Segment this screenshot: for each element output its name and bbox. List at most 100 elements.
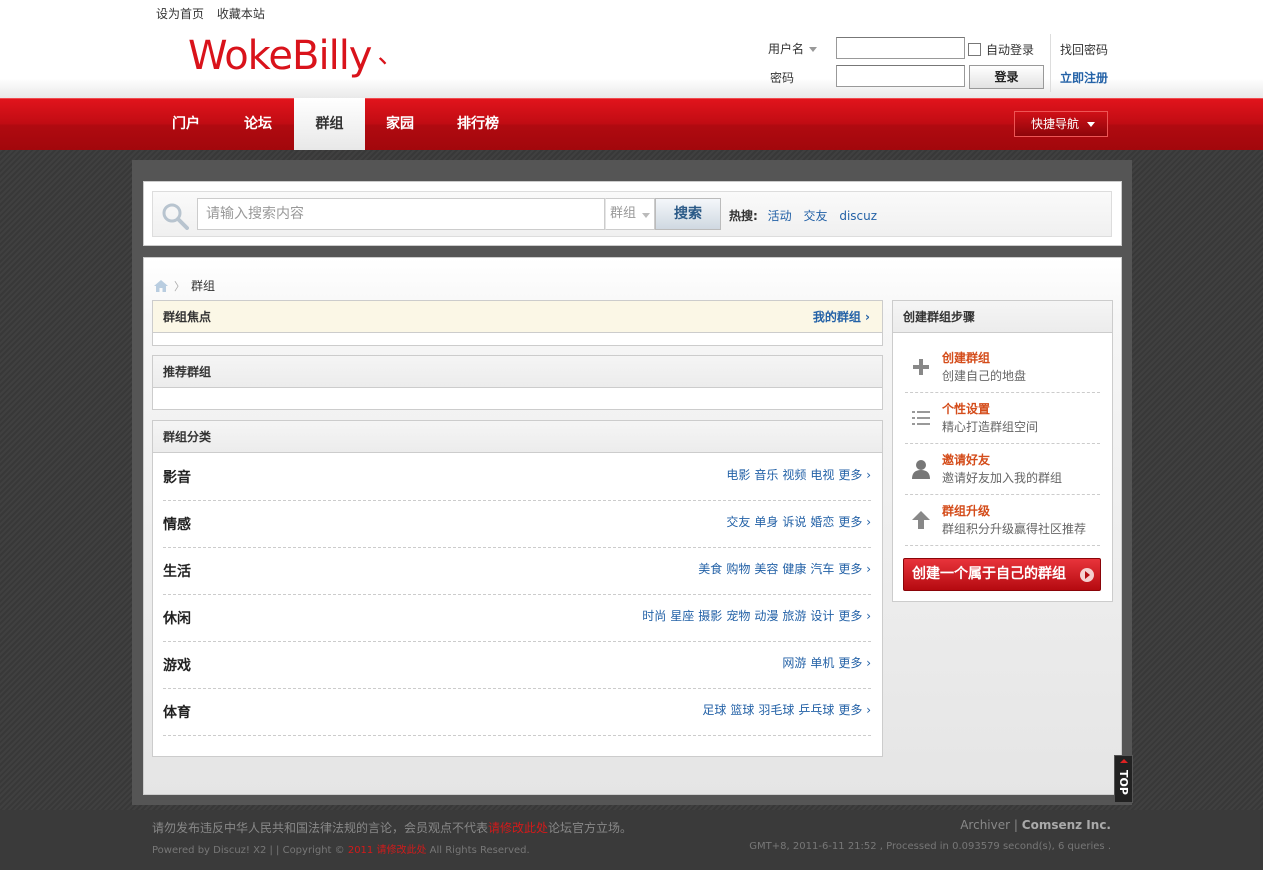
back-to-top-button[interactable]: TOP [1114,755,1133,803]
category-row: 生活 美食 购物 美容 健康 汽车 更多 › [163,548,871,595]
search-type-select[interactable]: 群组 [605,198,655,230]
bookmark-link[interactable]: 收藏本站 [217,7,265,21]
category-link[interactable]: 旅游 [782,609,806,623]
category-link[interactable]: 单身 [754,515,778,529]
content-area: 〉 群组 群组焦点 我的群组 › 推荐群组 群组分类 影音 电影 音乐 视频 电视 更多 … [143,257,1122,795]
step-desc: 邀请好友加入我的群组 [942,471,1063,485]
category-link[interactable]: 婚恋 [810,515,834,529]
set-homepage-link[interactable]: 设为首页 [156,7,204,21]
create-group-button[interactable]: 创建一个属于自己的群组 [903,558,1101,591]
category-link[interactable]: 单机 [810,656,834,670]
nav-item-portal[interactable]: 门户 [156,99,216,150]
category-links: 电影 音乐 视频 电视 更多 › [722,466,871,483]
nav-item-home[interactable]: 家园 [370,99,430,150]
search-input[interactable]: 请输入搜索内容 [197,198,605,230]
powered-by: Powered by Discuz! X2 | | Copyright © [152,845,345,856]
copyright-link[interactable]: 2011 请修改此处 [348,845,427,856]
category-link[interactable]: 宠物 [726,609,750,623]
archiver-link[interactable]: Archiver [960,818,1010,832]
user-icon [912,460,930,479]
category-link[interactable]: 足球 [702,703,726,717]
home-icon[interactable] [154,279,168,292]
hot-keyword[interactable]: discuz [839,209,877,223]
category-row: 休闲 时尚 星座 摄影 宠物 动漫 旅游 设计 更多 › [163,595,871,642]
my-groups-link[interactable]: 我的群组 › [813,301,870,333]
category-name[interactable]: 体育 [163,702,191,722]
password-label: 密码 [770,71,795,85]
category-link[interactable]: 购物 [726,562,750,576]
category-link[interactable]: 更多 › [838,515,871,529]
quick-nav-dropdown[interactable]: 快捷导航 [1014,111,1108,137]
search-button[interactable]: 搜索 [655,198,721,230]
category-link[interactable]: 视频 [782,468,806,482]
step-desc: 精心打造群组空间 [942,420,1039,434]
company-link[interactable]: Comsenz Inc. [1022,818,1111,832]
footer-links: Archiver | Comsenz Inc. [960,818,1111,832]
search-icon [162,203,189,230]
category-link[interactable]: 音乐 [754,468,778,482]
top-links: 设为首页 收藏本站 [156,5,274,22]
step-create-group: 创建群组 创建自己的地盘 [905,342,1100,393]
hot-keyword[interactable]: 交友 [803,209,827,223]
category-name[interactable]: 游戏 [163,655,191,675]
category-links: 足球 篮球 羽毛球 乒乓球 更多 › [698,701,871,718]
category-link[interactable]: 交友 [726,515,750,529]
category-links: 美食 购物 美容 健康 汽车 更多 › [694,560,871,577]
nav-item-group[interactable]: 群组 [294,98,365,150]
footer-notice-link[interactable]: 请修改此处 [488,821,548,835]
step-title[interactable]: 个性设置 [942,400,990,417]
category-link[interactable]: 篮球 [730,703,754,717]
category-name[interactable]: 休闲 [163,608,191,628]
category-link[interactable]: 动漫 [754,609,778,623]
category-link[interactable]: 电视 [810,468,834,482]
category-link[interactable]: 美容 [754,562,778,576]
group-category-header: 群组分类 [153,421,882,453]
category-link[interactable]: 乒乓球 [798,703,834,717]
step-title[interactable]: 创建群组 [942,349,990,366]
create-steps-header: 创建群组步骤 [893,301,1112,333]
login-button[interactable]: 登录 [969,65,1044,89]
category-link[interactable]: 更多 › [838,562,871,576]
category-link[interactable]: 更多 › [838,609,871,623]
logo-mark: 、 [377,40,403,70]
back-to-top-label: TOP [1117,769,1130,795]
find-password-link[interactable]: 找回密码 [1060,41,1108,58]
hot-search: 热搜: 活动 交友 discuz [729,207,885,224]
footer-copyright: Powered by Discuz! X2 | | Copyright © 20… [152,841,530,856]
username-label[interactable]: 用户名 [768,40,818,57]
category-link[interactable]: 摄影 [698,609,722,623]
category-link[interactable]: 美食 [698,562,722,576]
login-divider [1050,34,1051,92]
step-title[interactable]: 群组升级 [942,502,990,519]
password-input[interactable] [836,65,965,87]
hot-keyword[interactable]: 活动 [768,209,792,223]
category-link[interactable]: 电影 [726,468,750,482]
site-logo[interactable]: WokeBilly、 [188,33,404,84]
category-link[interactable]: 诉说 [782,515,806,529]
category-link[interactable]: 设计 [810,609,834,623]
category-link[interactable]: 更多 › [838,468,871,482]
group-focus-title: 群组焦点 [163,310,212,324]
category-link[interactable]: 时尚 [642,609,666,623]
category-name[interactable]: 生活 [163,561,191,581]
category-name[interactable]: 情感 [163,514,191,534]
nav-item-forum[interactable]: 论坛 [228,99,288,150]
category-name[interactable]: 影音 [163,467,191,487]
category-link[interactable]: 星座 [670,609,694,623]
nav-item-ranking[interactable]: 排行榜 [446,99,510,150]
create-steps-title: 创建群组步骤 [903,310,976,324]
logo-text: WokeBilly [188,33,372,79]
auto-login-checkbox[interactable]: 自动登录 [968,41,1034,58]
create-group-button-label: 创建一个属于自己的群组 [912,566,1066,582]
step-title[interactable]: 邀请好友 [942,451,990,468]
category-link[interactable]: 更多 › [838,656,871,670]
chevron-down-icon [642,213,650,218]
checkbox-icon[interactable] [968,43,981,56]
category-link[interactable]: 网游 [782,656,806,670]
username-input[interactable] [836,37,965,59]
category-link[interactable]: 汽车 [810,562,834,576]
category-link[interactable]: 更多 › [838,703,871,717]
category-link[interactable]: 健康 [782,562,806,576]
register-link[interactable]: 立即注册 [1060,69,1108,86]
category-link[interactable]: 羽毛球 [758,703,794,717]
